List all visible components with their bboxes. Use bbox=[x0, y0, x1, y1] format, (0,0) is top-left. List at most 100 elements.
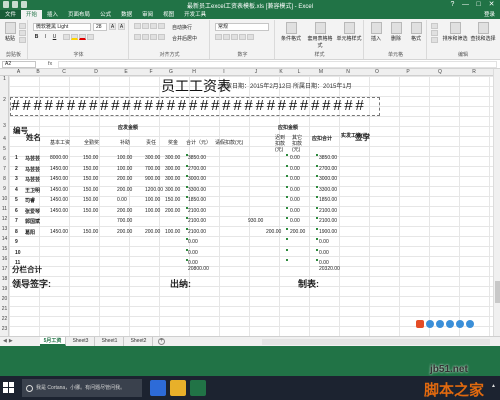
cell-allowance[interactable]: 150.00 bbox=[83, 229, 98, 235]
close-button[interactable]: ✕ bbox=[485, 0, 498, 10]
cell-subsidy[interactable]: 0.00 bbox=[117, 197, 127, 203]
find-select-button[interactable]: 查找和选择 bbox=[470, 22, 496, 42]
column-header[interactable]: D bbox=[80, 69, 112, 76]
cell-subsidy[interactable]: 200.00 bbox=[117, 208, 132, 214]
cell-actual[interactable]: 1850.00 bbox=[319, 197, 337, 203]
cell-deduct[interactable]: 0.00 bbox=[290, 166, 300, 172]
scroll-thumb[interactable] bbox=[495, 281, 500, 303]
cell-allowance[interactable]: 150.00 bbox=[83, 208, 98, 214]
column-header[interactable]: A bbox=[9, 69, 28, 76]
autosum-icon[interactable] bbox=[431, 23, 438, 29]
wrap-text-button[interactable]: 自动换行 bbox=[172, 24, 192, 31]
cell-no[interactable]: 3 bbox=[15, 176, 18, 182]
add-sheet-icon[interactable]: + bbox=[158, 338, 165, 345]
currency-icon[interactable] bbox=[215, 34, 222, 40]
row-header[interactable]: 16 bbox=[0, 256, 9, 262]
sheet-tab-sheet1[interactable]: Sheet1 bbox=[96, 337, 124, 346]
indent-icon[interactable] bbox=[158, 34, 165, 40]
column-header[interactable]: F bbox=[140, 69, 162, 76]
conditional-format-button[interactable]: 条件格式 bbox=[278, 22, 304, 42]
row-header[interactable]: 19 bbox=[0, 286, 9, 292]
tab-home[interactable]: 开始 bbox=[21, 10, 43, 19]
row-header[interactable]: 5 bbox=[0, 146, 9, 152]
cell-bonus[interactable]: 300.00 bbox=[165, 187, 180, 193]
cell-bonus[interactable]: 300.00 bbox=[165, 166, 180, 172]
align-center-icon[interactable] bbox=[142, 34, 149, 40]
tab-data[interactable]: 数据 bbox=[116, 10, 137, 19]
prev-sheet-icon[interactable]: ◀ bbox=[3, 338, 7, 344]
orientation-icon[interactable] bbox=[158, 23, 165, 29]
italic-icon[interactable]: I bbox=[42, 34, 49, 41]
cell-basic[interactable]: 1450.00 bbox=[50, 208, 68, 214]
row-header[interactable]: 1 bbox=[0, 76, 9, 82]
column-header[interactable]: Q bbox=[424, 69, 456, 76]
tab-file[interactable]: 文件 bbox=[0, 10, 22, 19]
cell-no[interactable]: 2 bbox=[15, 166, 18, 172]
cell-name[interactable]: 司睿 bbox=[25, 197, 35, 204]
cell-subsidy[interactable]: 100.00 bbox=[117, 155, 132, 161]
clear-icon[interactable] bbox=[431, 37, 438, 43]
cell-deduct[interactable]: 200.00 bbox=[290, 229, 305, 235]
cell-bonus[interactable]: 300.00 bbox=[165, 176, 180, 182]
cell-basic[interactable]: 1450.00 bbox=[50, 197, 68, 203]
decrease-decimal-icon[interactable] bbox=[247, 34, 254, 40]
sort-filter-button[interactable]: 排序和筛选 bbox=[442, 22, 468, 42]
cell-total[interactable]: 1850.00 bbox=[188, 197, 206, 203]
column-header[interactable]: K bbox=[272, 69, 290, 76]
vertical-scrollbar[interactable] bbox=[493, 69, 500, 336]
cell-bonus[interactable]: 150.00 bbox=[165, 197, 180, 203]
row-header[interactable]: 10 bbox=[0, 196, 9, 202]
excel-icon[interactable] bbox=[190, 380, 206, 396]
grow-font-icon[interactable]: A bbox=[109, 23, 116, 30]
cell-allowance[interactable]: 150.00 bbox=[83, 187, 98, 193]
cell-no[interactable]: 1 bbox=[15, 155, 18, 161]
cell-total[interactable]: 3300.00 bbox=[188, 187, 206, 193]
column-header[interactable]: H bbox=[180, 69, 208, 76]
row-header[interactable]: 8 bbox=[0, 176, 9, 182]
cell-basic[interactable]: 1450.00 bbox=[50, 187, 68, 193]
cell-allowance[interactable]: 150.00 bbox=[83, 155, 98, 161]
column-header[interactable]: N bbox=[334, 69, 362, 76]
cell-basic[interactable]: 1450.00 bbox=[50, 166, 68, 172]
cell-subsidy[interactable]: 700.00 bbox=[117, 218, 132, 224]
cell-actual[interactable]: 2700.00 bbox=[319, 166, 337, 172]
align-middle-icon[interactable] bbox=[142, 23, 149, 29]
underline-icon[interactable]: U bbox=[51, 34, 58, 41]
function-icon[interactable]: fx bbox=[48, 61, 52, 67]
row-header[interactable]: 4 bbox=[0, 136, 9, 142]
row-header[interactable]: 15 bbox=[0, 246, 9, 252]
row-header[interactable]: 17 bbox=[0, 266, 9, 272]
minimize-button[interactable]: — bbox=[459, 0, 472, 10]
tab-view[interactable]: 视图 bbox=[158, 10, 179, 19]
cell-duty[interactable]: 700.00 bbox=[145, 166, 160, 172]
cell-subsidy[interactable]: 200.00 bbox=[117, 187, 132, 193]
fill-color-icon[interactable] bbox=[71, 34, 78, 40]
column-header[interactable]: R bbox=[456, 69, 492, 76]
mic-icon[interactable] bbox=[446, 320, 454, 328]
cell-styles-button[interactable]: 单元格样式 bbox=[336, 22, 362, 42]
sogou-icon[interactable] bbox=[416, 320, 424, 328]
row-header[interactable]: 2 bbox=[0, 97, 9, 103]
emoji-icon[interactable] bbox=[436, 320, 444, 328]
column-header[interactable]: E bbox=[112, 69, 140, 76]
phonetic-icon[interactable] bbox=[87, 34, 94, 40]
cell-actual[interactable]: 0.00 bbox=[319, 239, 329, 245]
edge-icon[interactable] bbox=[150, 380, 166, 396]
cut-icon[interactable] bbox=[19, 23, 26, 29]
cell-allowance[interactable]: 150.00 bbox=[83, 176, 98, 182]
column-header[interactable]: C bbox=[48, 69, 80, 76]
column-header[interactable]: G bbox=[162, 69, 180, 76]
overflow-cell-hashes[interactable]: ################################ bbox=[10, 97, 380, 116]
column-header[interactable]: L bbox=[290, 69, 308, 76]
formula-input[interactable] bbox=[58, 61, 497, 68]
cell-subsidy[interactable]: 200.00 bbox=[117, 229, 132, 235]
cell-name[interactable]: 张爱琴 bbox=[25, 208, 40, 215]
cell-total[interactable]: 0.00 bbox=[188, 239, 198, 245]
align-left-icon[interactable] bbox=[134, 34, 141, 40]
cell-duty[interactable]: 1200.00 bbox=[145, 187, 163, 193]
row-header[interactable]: 22 bbox=[0, 316, 9, 322]
row-header[interactable]: 11 bbox=[0, 206, 9, 212]
cell-total[interactable]: 2100.00 bbox=[188, 218, 206, 224]
cell-name[interactable]: 郭国斌 bbox=[25, 218, 40, 225]
cell-name[interactable]: 马芸芸 bbox=[25, 166, 40, 173]
